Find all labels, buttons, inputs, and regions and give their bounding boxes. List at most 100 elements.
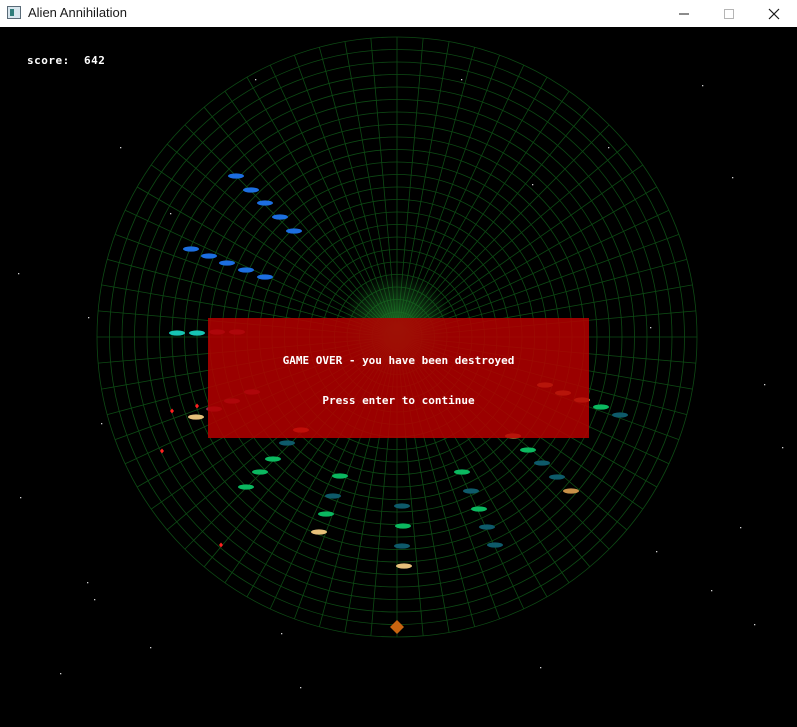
alien-ship — [520, 447, 536, 453]
alien-core — [617, 412, 623, 418]
alien-ship — [463, 488, 479, 494]
minimize-icon — [679, 13, 689, 14]
alien-ship — [238, 484, 254, 490]
alien-core — [174, 330, 180, 336]
alien-ship — [189, 330, 205, 336]
score-display: score: 642 — [27, 54, 106, 67]
star — [532, 184, 534, 186]
alien-core — [330, 493, 336, 499]
alien-core — [316, 529, 322, 535]
alien-core — [248, 187, 254, 193]
alien-core — [193, 414, 199, 420]
window-titlebar: Alien Annihilation — [0, 0, 797, 28]
alien-ship — [311, 529, 327, 535]
alien-ship — [395, 523, 411, 529]
alien-ship — [534, 460, 550, 466]
alien-ship — [201, 253, 217, 259]
alien-core — [270, 456, 276, 462]
alien-ship — [257, 200, 273, 206]
alien-ship — [454, 469, 470, 475]
star — [702, 85, 704, 87]
alien-core — [399, 503, 405, 509]
maximize-button[interactable] — [706, 0, 752, 27]
game-canvas[interactable]: score: 642 GAME OVER - you have been des… — [0, 27, 797, 727]
alien-core — [206, 253, 212, 259]
star — [656, 551, 658, 553]
star — [740, 527, 742, 529]
alien-core — [291, 228, 297, 234]
alien-core — [194, 330, 200, 336]
alien-ship — [188, 414, 204, 420]
star — [20, 497, 22, 499]
alien-core — [468, 488, 474, 494]
alien-core — [188, 246, 194, 252]
alien-core — [525, 447, 531, 453]
player-ship — [390, 620, 404, 634]
projectile — [160, 448, 164, 454]
alien-core — [224, 260, 230, 266]
game-over-title: GAME OVER - you have been destroyed — [282, 354, 515, 367]
alien-core — [539, 460, 545, 466]
alien-core — [399, 543, 405, 549]
alien-ship — [272, 214, 288, 220]
alien-ship — [394, 503, 410, 509]
alien-core — [554, 474, 560, 480]
star — [711, 590, 713, 592]
star — [170, 213, 172, 215]
alien-core — [233, 173, 239, 179]
alien-ship — [479, 524, 495, 530]
alien-core — [459, 469, 465, 475]
alien-ship — [325, 493, 341, 499]
alien-ship — [219, 260, 235, 266]
maximize-icon — [724, 8, 734, 19]
alien-ship — [286, 228, 302, 234]
close-button[interactable] — [751, 0, 797, 27]
alien-core — [243, 267, 249, 273]
alien-ship — [487, 542, 503, 548]
alien-ship — [169, 330, 185, 336]
minimize-button[interactable] — [661, 0, 707, 27]
alien-core — [284, 440, 290, 446]
alien-ship — [549, 474, 565, 480]
alien-core — [598, 404, 604, 410]
star — [300, 687, 302, 689]
alien-ship — [243, 187, 259, 193]
alien-core — [262, 200, 268, 206]
star — [255, 79, 257, 81]
alien-core — [337, 473, 343, 479]
star — [60, 673, 62, 675]
star — [782, 447, 784, 449]
star — [101, 423, 103, 425]
star — [120, 147, 122, 149]
star — [88, 317, 90, 319]
alien-core — [243, 484, 249, 490]
alien-ship — [318, 511, 334, 517]
alien-ship — [612, 412, 628, 418]
alien-core — [262, 274, 268, 280]
close-icon — [768, 8, 780, 19]
alien-core — [401, 563, 407, 569]
star — [732, 177, 734, 179]
alien-ship — [265, 456, 281, 462]
star — [87, 582, 89, 584]
star — [754, 624, 756, 626]
star — [650, 327, 652, 329]
star — [18, 273, 20, 275]
alien-ship — [396, 563, 412, 569]
alien-ship — [471, 506, 487, 512]
alien-core — [484, 524, 490, 530]
star — [540, 667, 542, 669]
alien-core — [492, 542, 498, 548]
alien-ship — [238, 267, 254, 273]
alien-ship — [563, 488, 579, 494]
alien-ship — [257, 274, 273, 280]
alien-ship — [394, 543, 410, 549]
alien-ship — [183, 246, 199, 252]
alien-core — [323, 511, 329, 517]
star — [150, 647, 152, 649]
alien-core — [400, 523, 406, 529]
alien-core — [257, 469, 263, 475]
star — [461, 79, 463, 81]
alien-core — [277, 214, 283, 220]
star — [281, 633, 283, 635]
